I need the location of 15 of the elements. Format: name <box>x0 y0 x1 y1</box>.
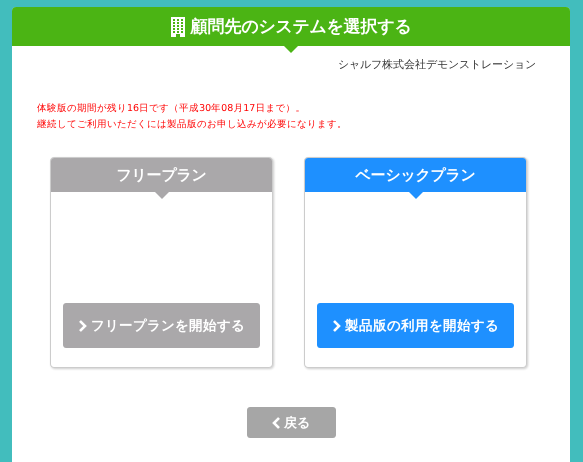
pointer-icon <box>154 192 168 199</box>
chevron-right-icon <box>332 320 341 332</box>
start-plan-button[interactable]: 製品版の利用を開始する <box>317 303 514 348</box>
plan-title: フリープラン <box>51 158 272 192</box>
trial-notice: 継続してご利用いただくには製品版のお申し込みが必要になります。 <box>37 118 348 131</box>
chevron-left-icon <box>272 416 281 428</box>
back-button[interactable]: 戻る <box>246 407 336 438</box>
building-icon <box>170 16 184 36</box>
pointer-icon <box>408 192 422 199</box>
start-plan-button[interactable]: フリープランを開始する <box>63 303 260 348</box>
plan-title: ベーシックプラン <box>305 158 526 192</box>
trial-notice: 体験版の期間が残り16日です（平成30年08月17日まで）。 <box>37 102 306 115</box>
company-name: シャルフ株式会社デモンストレーション <box>338 57 536 72</box>
page-title: 顧問先のシステムを選択する <box>190 16 412 38</box>
chevron-right-icon <box>78 320 87 332</box>
